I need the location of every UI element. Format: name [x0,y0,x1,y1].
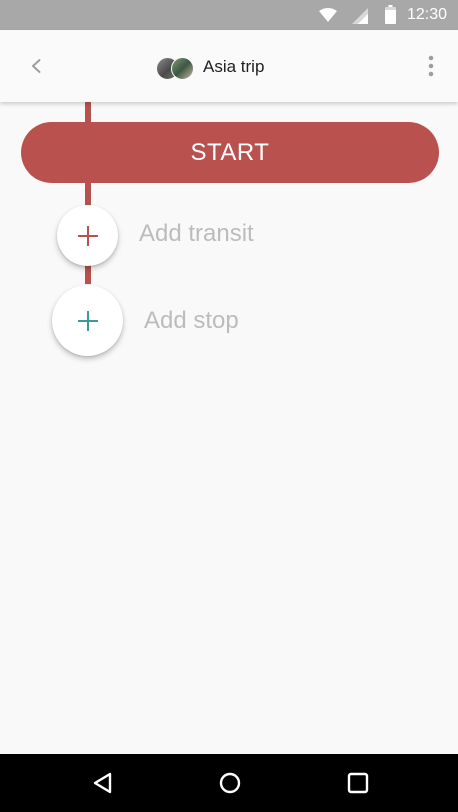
overflow-menu-button[interactable] [420,52,442,80]
app-bar: Asia trip [0,30,458,102]
add-transit-label[interactable]: Add transit [139,220,254,248]
cell-signal-icon [352,8,368,24]
navigation-bar [0,754,458,812]
status-bar: 12:30 [0,0,458,30]
nav-back-button[interactable] [88,768,118,798]
plus-icon [77,310,98,331]
chevron-left-icon [32,59,41,73]
status-time: 12:30 [407,6,448,23]
plus-icon [77,225,98,246]
avatar [171,57,194,80]
start-button[interactable]: START [21,122,439,183]
more-vertical-icon [428,55,434,77]
wifi-icon [319,8,337,22]
battery-icon [385,5,396,24]
add-transit-button[interactable] [57,205,118,266]
back-triangle-icon [93,772,112,794]
avatar-stack [156,55,194,80]
home-circle-icon [219,772,241,794]
back-button[interactable] [22,52,50,80]
nav-recents-button[interactable] [343,768,373,798]
add-stop-button[interactable] [52,285,123,356]
add-stop-label[interactable]: Add stop [144,307,239,335]
nav-home-button[interactable] [215,768,245,798]
trip-title-group[interactable]: Asia trip [156,54,264,80]
page-title: Asia trip [203,57,265,76]
recents-square-icon [347,772,369,794]
